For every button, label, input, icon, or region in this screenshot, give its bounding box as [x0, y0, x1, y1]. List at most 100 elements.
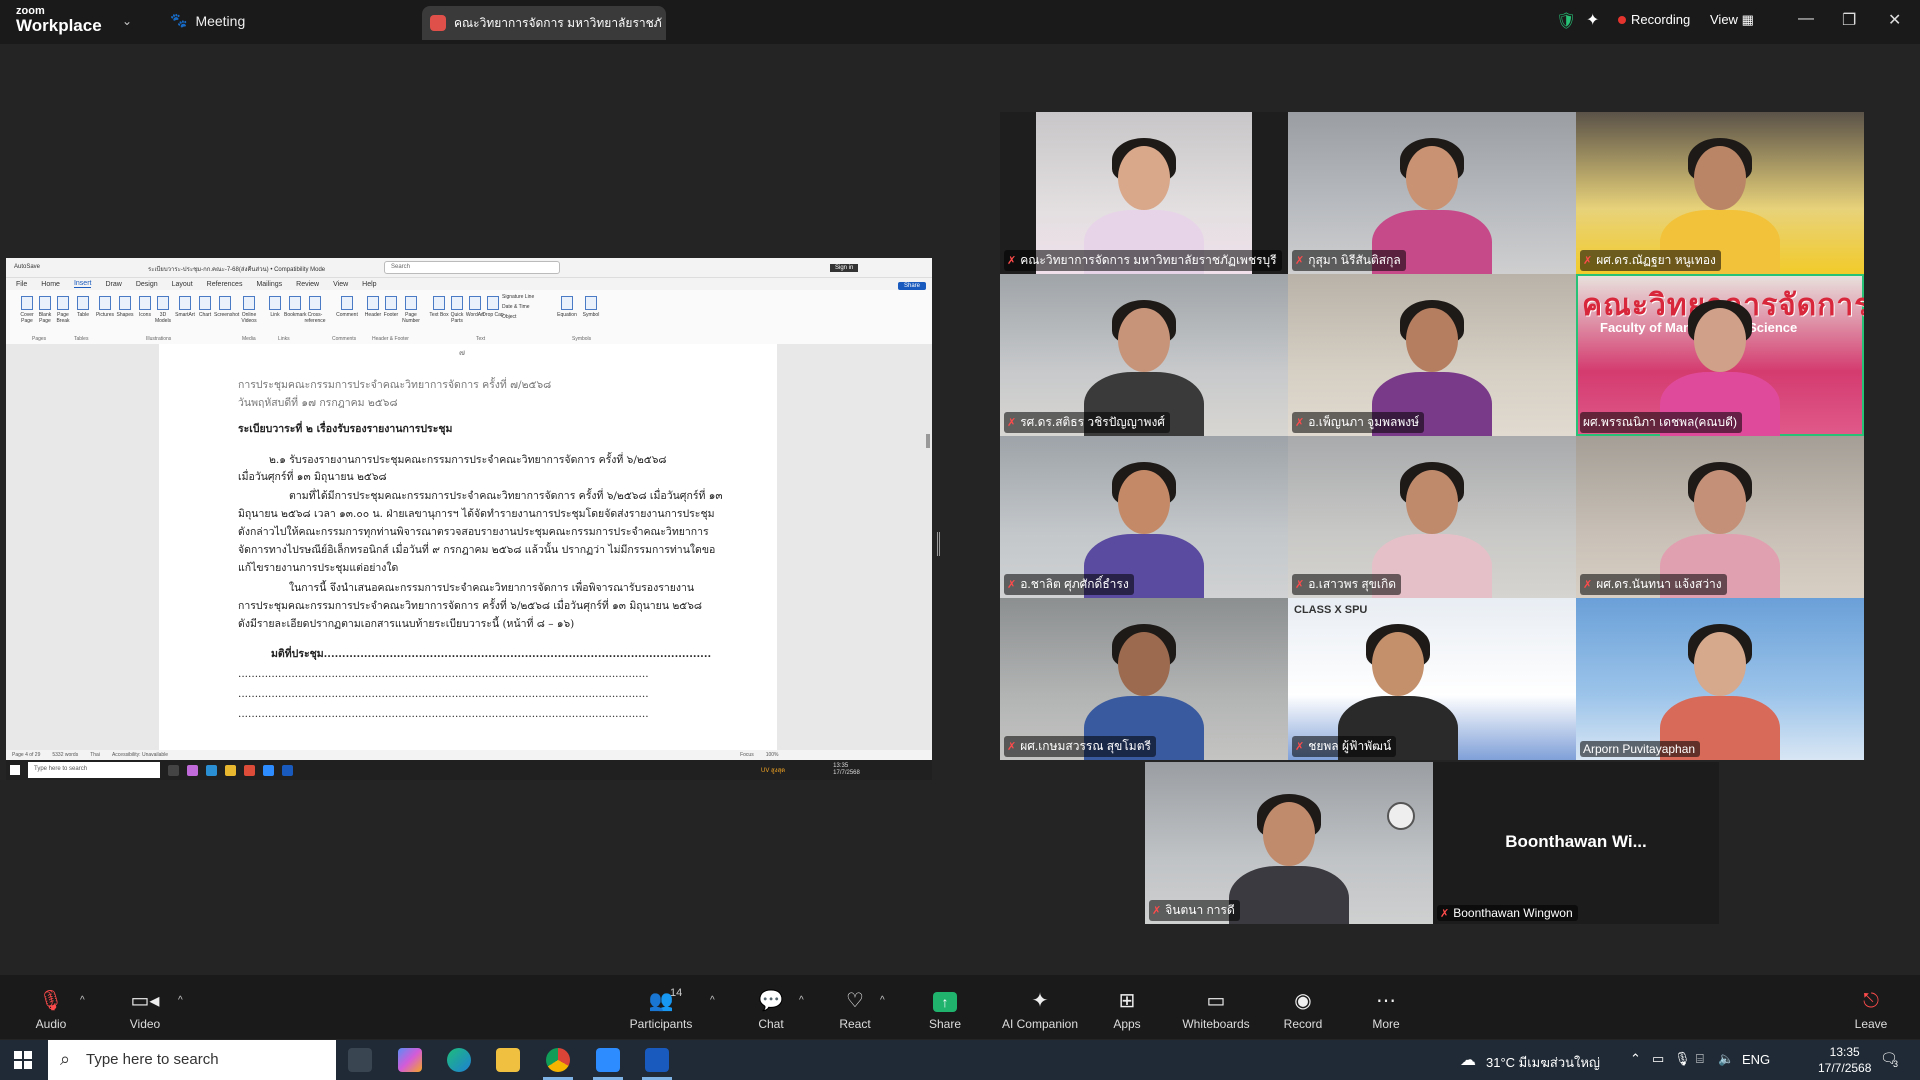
recording-indicator[interactable]: Recording	[1618, 12, 1690, 27]
participants-options-caret[interactable]: ^	[710, 995, 715, 1006]
participant-video-tile[interactable]: Arporn Puvitayaphan	[1576, 598, 1864, 760]
ribbon-screenshot-button[interactable]: Screenshot	[214, 296, 239, 318]
word-tab-view[interactable]: View	[333, 281, 348, 288]
participant-video-tile[interactable]: CLASS X SPU ✗ ชยพล ผู้ฟ้าพัฒน์	[1288, 598, 1576, 760]
split-view-handle[interactable]	[937, 532, 940, 556]
chat-options-caret[interactable]: ^	[799, 995, 804, 1006]
ribbon-3d-models-button[interactable]: 3D Models	[152, 296, 174, 324]
participant-video-tile[interactable]: ✗ คณะวิทยาการจัดการ มหาวิทยาลัยราชภัฏเพชร…	[1000, 112, 1288, 274]
word-tab-draw[interactable]: Draw	[105, 281, 121, 288]
vertical-scrollbar[interactable]	[926, 434, 930, 448]
ribbon-chart-button[interactable]: Chart	[194, 296, 216, 318]
restore-icon[interactable]: ❐	[1842, 10, 1856, 30]
participant-tile-name-only[interactable]: Boonthawan Wi... ✗ Boonthawan Wingwon	[1433, 762, 1719, 924]
shared-screen-tab[interactable]: คณะวิทยาการจัดการ มหาวิทยาลัยราชภั ···	[422, 6, 666, 40]
ribbon-bookmark-button[interactable]: Bookmark	[284, 296, 307, 318]
video-options-caret[interactable]: ^	[178, 995, 183, 1006]
react-options-caret[interactable]: ^	[880, 995, 885, 1006]
chrome-icon[interactable]	[546, 1048, 570, 1072]
ribbon-signature-line-button[interactable]: Signature Line	[502, 294, 546, 300]
chevron-up-icon[interactable]: ⌃	[1630, 1051, 1641, 1067]
copilot-icon[interactable]	[398, 1048, 422, 1072]
word-tab-review[interactable]: Review	[296, 281, 319, 288]
participant-video-tile[interactable]: ✗ ผศ.ดร.นันทนา แจ้งสว่าง	[1576, 436, 1864, 598]
ribbon-table-button[interactable]: Table	[72, 296, 94, 318]
ribbon-symbol-button[interactable]: Symbol	[580, 296, 602, 318]
share-button[interactable]: ↑ Share	[900, 989, 990, 1031]
taskbar-search-input[interactable]: ⌕ Type here to search	[48, 1040, 336, 1080]
minimize-icon[interactable]: —	[1798, 10, 1814, 28]
ribbon-object-button[interactable]: Object	[502, 314, 546, 320]
ribbon-smartart-button[interactable]: SmartArt	[174, 296, 196, 318]
grid-icon: ▦	[1741, 12, 1754, 27]
screenshot-icon	[219, 296, 231, 310]
document-page[interactable]: ๗ การประชุมคณะกรรมการประจำคณะวิทยาการจัด…	[159, 344, 777, 750]
view-button[interactable]: View ▦	[1710, 12, 1754, 28]
ribbon-online-videos-button[interactable]: Online Videos	[238, 296, 260, 324]
word-tab-layout[interactable]: Layout	[172, 281, 193, 288]
participant-name-label: ผศ.พรรณนิภา เดชพล(คณบดี)	[1580, 412, 1742, 433]
taskbar-clock[interactable]: 13:35 17/7/2568	[1818, 1044, 1871, 1076]
ribbon-page-break-button[interactable]: Page Break	[52, 296, 74, 324]
word-share-button[interactable]: Share	[897, 282, 926, 290]
network-icon[interactable]: ⌸	[1696, 1051, 1704, 1067]
encryption-shield-icon[interactable]: 🛡	[1556, 11, 1576, 31]
mic-muted-icon: ✗	[1583, 579, 1593, 591]
edge-icon[interactable]	[447, 1048, 471, 1072]
word-tab-help[interactable]: Help	[362, 281, 376, 288]
sign-in-button[interactable]: Sign in	[830, 264, 859, 272]
participant-name-label: ✗ รศ.ดร.สติธร วชิรปัญญาพงศ์	[1004, 412, 1170, 433]
volume-icon[interactable]: 🔈	[1718, 1051, 1734, 1067]
zoom-app-icon[interactable]	[596, 1048, 620, 1072]
meeting-menu-button[interactable]: 🐾 Meeting	[170, 12, 245, 29]
ai-companion-button[interactable]: ✦ AI Companion	[996, 989, 1084, 1031]
word-tab-references[interactable]: References	[207, 281, 243, 288]
word-tab-insert[interactable]: Insert	[73, 280, 92, 288]
react-button[interactable]: ♡ React	[810, 989, 900, 1031]
record-button[interactable]: ◉ Record	[1258, 989, 1348, 1031]
ribbon-pictures-button[interactable]: Pictures	[94, 296, 116, 318]
participant-video-tile[interactable]: ✗ รศ.ดร.สติธร วชิรปัญญาพงศ์	[1000, 274, 1288, 436]
whiteboards-button[interactable]: ▭ Whiteboards	[1171, 989, 1261, 1031]
word-tab-design[interactable]: Design	[136, 281, 158, 288]
participant-video-tile[interactable]: ✗ อ.เพ็ญนภา จูมพลพงษ์	[1288, 274, 1576, 436]
zoom-logo: zoom Workplace	[16, 5, 102, 35]
ribbon-equation-button[interactable]: Equation	[556, 296, 578, 318]
ribbon-comment-button[interactable]: Comment	[336, 296, 358, 318]
participant-video-tile[interactable]: ✗ ผศ.เกษมสวรรณ สุขโมตรี	[1000, 598, 1288, 760]
participant-video-tile[interactable]: ✗ ผศ.ดร.ณัฏฐยา หนูเทอง	[1576, 112, 1864, 274]
ribbon-cross-reference-button[interactable]: Cross-reference	[304, 296, 326, 324]
leave-button[interactable]: ⎋ Leave	[1826, 989, 1916, 1031]
word-tab-home[interactable]: Home	[41, 281, 60, 288]
task-view-icon[interactable]	[348, 1048, 372, 1072]
word-tab-file[interactable]: File	[16, 281, 27, 288]
ribbon-footer-button[interactable]: Footer	[380, 296, 402, 318]
ribbon-page-number-button[interactable]: Page Number	[400, 296, 422, 324]
word-app-icon[interactable]	[645, 1048, 669, 1072]
ribbon-shapes-button[interactable]: Shapes	[114, 296, 136, 318]
participant-video-tile[interactable]: ✗ กุสุมา นิรีสันติสกุล	[1288, 112, 1576, 274]
word-search-input[interactable]: Search	[384, 261, 560, 274]
video-button[interactable]: ▭◂ Video	[100, 989, 190, 1031]
audio-options-caret[interactable]: ^	[80, 995, 85, 1006]
mic-icon[interactable]: 🎙	[1674, 1051, 1691, 1067]
ribbon-date-time-button[interactable]: Date & Time	[502, 304, 546, 310]
apps-button[interactable]: ⊞ Apps	[1082, 989, 1172, 1031]
chevron-down-icon[interactable]: ⌄	[122, 14, 132, 28]
battery-icon[interactable]: ▭	[1652, 1051, 1664, 1067]
participant-video-tile[interactable]: คณะวิทยาการจัดการFaculty of Management S…	[1576, 274, 1864, 436]
participant-video-tile[interactable]: ✗ อ.ชาลิต ศุภศักดิ์ธำรง	[1000, 436, 1288, 598]
file-explorer-icon[interactable]	[496, 1048, 520, 1072]
ribbon-drop-cap-button[interactable]: Drop Cap	[482, 296, 504, 318]
bookmark-icon	[289, 296, 301, 310]
ai-sparkle-icon[interactable]: ✦	[1586, 10, 1599, 30]
ribbon-link-button[interactable]: Link	[264, 296, 286, 318]
participants-button[interactable]: 👥 14 Participants	[616, 987, 706, 1031]
participant-video-tile[interactable]: ✗ จินตนา การดี	[1145, 762, 1433, 924]
windows-start-icon[interactable]	[14, 1051, 32, 1069]
close-icon[interactable]: ✕	[1888, 10, 1901, 30]
participant-video-tile[interactable]: ✗ อ.เสาวพร สุขเกิด	[1288, 436, 1576, 598]
page-break-icon	[57, 296, 69, 310]
word-tab-mailings[interactable]: Mailings	[256, 281, 282, 288]
more-button[interactable]: ⋯ More	[1341, 989, 1431, 1031]
